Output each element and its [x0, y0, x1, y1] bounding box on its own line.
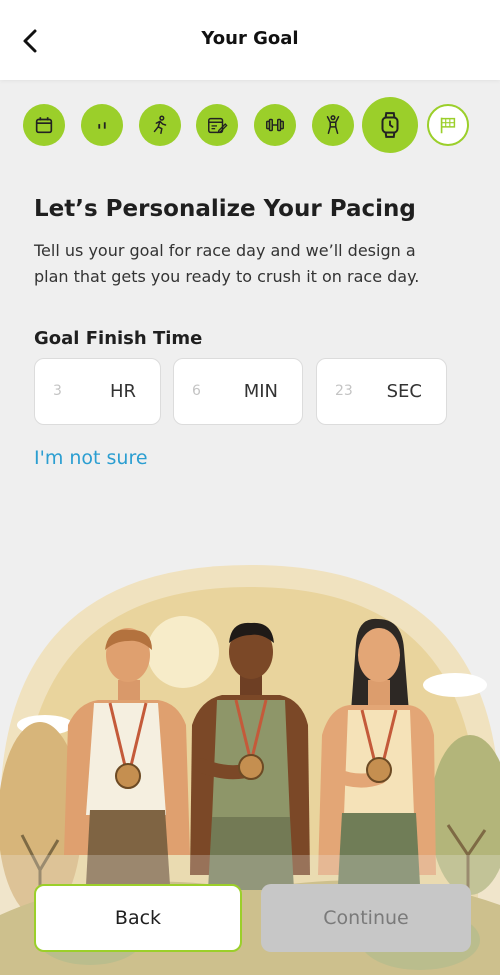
step-calendar[interactable] [23, 104, 65, 146]
not-sure-link[interactable]: I'm not sure [34, 447, 148, 469]
step-bars[interactable] [81, 104, 123, 146]
watch-icon [381, 112, 399, 138]
page-title: Your Goal [201, 28, 299, 49]
minutes-input[interactable]: 6 MIN [173, 358, 303, 425]
back-button[interactable]: Back [34, 884, 242, 952]
hours-placeholder: 3 [53, 383, 62, 399]
progress-steps [0, 97, 500, 154]
step-flag[interactable] [427, 104, 469, 146]
flag-icon [440, 117, 456, 134]
hours-input[interactable]: 3 HR [34, 358, 161, 425]
minutes-unit-label: MIN [243, 381, 278, 402]
minutes-placeholder: 6 [192, 383, 201, 399]
step-stretch[interactable] [312, 104, 354, 146]
header-bar: Your Goal [0, 0, 500, 80]
continue-button[interactable]: Continue [261, 884, 471, 952]
seconds-unit-label: SEC [386, 381, 422, 402]
step-runner[interactable] [139, 104, 181, 146]
step-dumbbell[interactable] [254, 104, 296, 146]
seconds-input[interactable]: 23 SEC [316, 358, 447, 425]
section-heading: Let’s Personalize Your Pacing [34, 196, 416, 222]
seconds-placeholder: 23 [335, 383, 353, 399]
hours-unit-label: HR [109, 381, 136, 402]
dumbbell-icon [266, 118, 284, 132]
section-description: Tell us your goal for race day and we’ll… [34, 241, 420, 286]
runner-icon [153, 115, 167, 134]
calendar-icon [35, 117, 53, 134]
stretch-person-icon [326, 115, 340, 134]
step-schedule[interactable] [196, 104, 238, 146]
goal-time-label: Goal Finish Time [34, 328, 203, 349]
step-watch-active[interactable] [362, 97, 418, 153]
schedule-edit-icon [208, 117, 228, 134]
bars-icon [98, 122, 106, 129]
